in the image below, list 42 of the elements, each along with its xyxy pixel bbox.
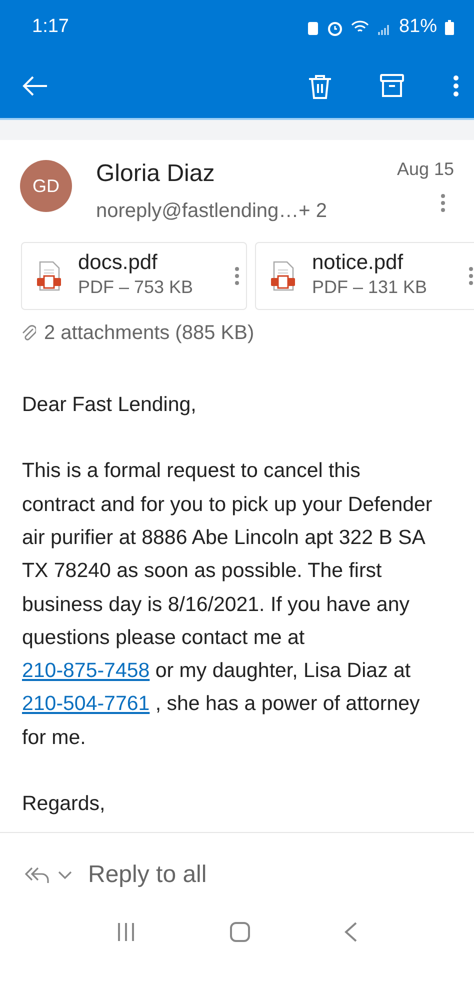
date: Aug 15	[396, 158, 454, 181]
attachment-card[interactable]: notice.pdf PDF – 131 KB	[255, 242, 474, 310]
archive-button[interactable]	[380, 74, 404, 99]
file-info: PDF – 753 KB	[78, 276, 194, 300]
battery-icon	[445, 20, 454, 35]
body-paragraph: Regards,	[22, 791, 106, 818]
delete-button[interactable]	[308, 74, 332, 100]
recipients[interactable]: noreply@fastlending…+ 2	[96, 196, 327, 226]
paperclip-icon	[22, 325, 36, 342]
more-button[interactable]	[452, 74, 460, 98]
phone-link[interactable]: 210-504-7761	[22, 692, 150, 716]
clock-time: 1:17	[32, 15, 69, 40]
file-name: docs.pdf	[78, 251, 158, 274]
more-icon	[452, 75, 460, 98]
back-icon[interactable]	[344, 922, 358, 942]
battery-level: 81%	[398, 15, 437, 40]
back-arrow-icon	[22, 76, 48, 96]
file-name: notice.pdf	[312, 251, 404, 274]
more-icon	[234, 266, 240, 286]
more-icon	[468, 266, 474, 286]
avatar: GD	[20, 160, 72, 212]
alarm-icon	[326, 20, 343, 36]
reply-all-icon	[24, 866, 50, 884]
back-button[interactable]	[22, 74, 48, 98]
archive-icon	[380, 74, 404, 98]
more-icon	[440, 192, 446, 213]
body-paragraph: This is a formal request to cancel this contract and for you to pick up your Defender air purifier at 8886 Abe Lincoln apt 322 B SA TX 78240 as soon as possible. The first business day is 8/16/2021. If you have any questions please contact me at 210-875-7458 or my daughter, Lisa Diaz at 210-504-7761 , she has a power of attorney for me.	[22, 458, 434, 751]
recent-apps-icon[interactable]	[116, 922, 136, 942]
phone-link[interactable]: 210-875-7458	[22, 659, 150, 682]
body-paragraph: Dear Fast Lending,	[22, 392, 198, 418]
more-button[interactable]	[440, 191, 446, 215]
pdf-file-icon	[270, 261, 296, 292]
home-icon[interactable]	[228, 921, 251, 944]
chevron-down-icon	[58, 870, 72, 880]
trash-icon	[308, 74, 332, 100]
attachment-card[interactable]: docs.pdf PDF – 753 KB	[21, 242, 247, 310]
sender-name: Gloria Diaz	[96, 159, 216, 189]
file-info: PDF – 131 KB	[312, 276, 428, 300]
attachments-summary: 2 attachments (885 KB)	[44, 321, 254, 346]
pdf-file-icon	[36, 261, 62, 292]
battery-saver-icon	[306, 20, 319, 36]
reply-all-button[interactable]: Reply to all	[24, 851, 207, 900]
